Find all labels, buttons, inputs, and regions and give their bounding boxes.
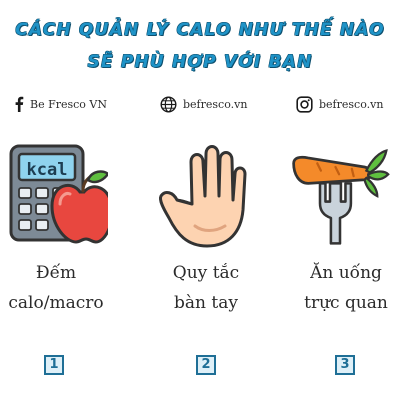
facebook-label: Be Fresco VN: [30, 97, 107, 111]
facebook-icon: [15, 96, 24, 112]
method-3-line-1: Ăn uống: [310, 263, 382, 283]
method-2-line-2: bàn tay: [174, 293, 238, 313]
instagram-label: befresco.vn: [319, 98, 384, 111]
method-3-number-badge: 3: [335, 355, 355, 375]
method-1-line-2: calo/macro: [8, 293, 104, 313]
social-website[interactable]: befresco.vn: [160, 96, 247, 113]
social-facebook[interactable]: Be Fresco VN: [14, 96, 107, 112]
title-line-1: CÁCH QUẢN LÝ CALO NHƯ THẾ NÀO: [15, 20, 385, 40]
method-1-line-1: Đếm: [35, 263, 77, 283]
title-line-2: SẼ PHÙ HỢP VỚI BẠN: [87, 52, 313, 72]
social-instagram[interactable]: befresco.vn: [296, 96, 383, 113]
website-label: befresco.vn: [183, 98, 248, 111]
kcal-text: kcal: [27, 160, 68, 180]
method-1-number-badge: 1: [44, 355, 64, 375]
calculator-apple-icon: kcal: [9, 144, 108, 244]
method-2-number-badge: 2: [196, 355, 216, 375]
method-2-line-1: Quy tắc: [172, 263, 240, 283]
hand-icon: [159, 145, 247, 248]
fork-carrot-icon: [292, 149, 390, 245]
instagram-icon: [296, 96, 313, 113]
method-3-line-2: trực quan: [304, 293, 388, 313]
globe-icon: [160, 96, 177, 113]
